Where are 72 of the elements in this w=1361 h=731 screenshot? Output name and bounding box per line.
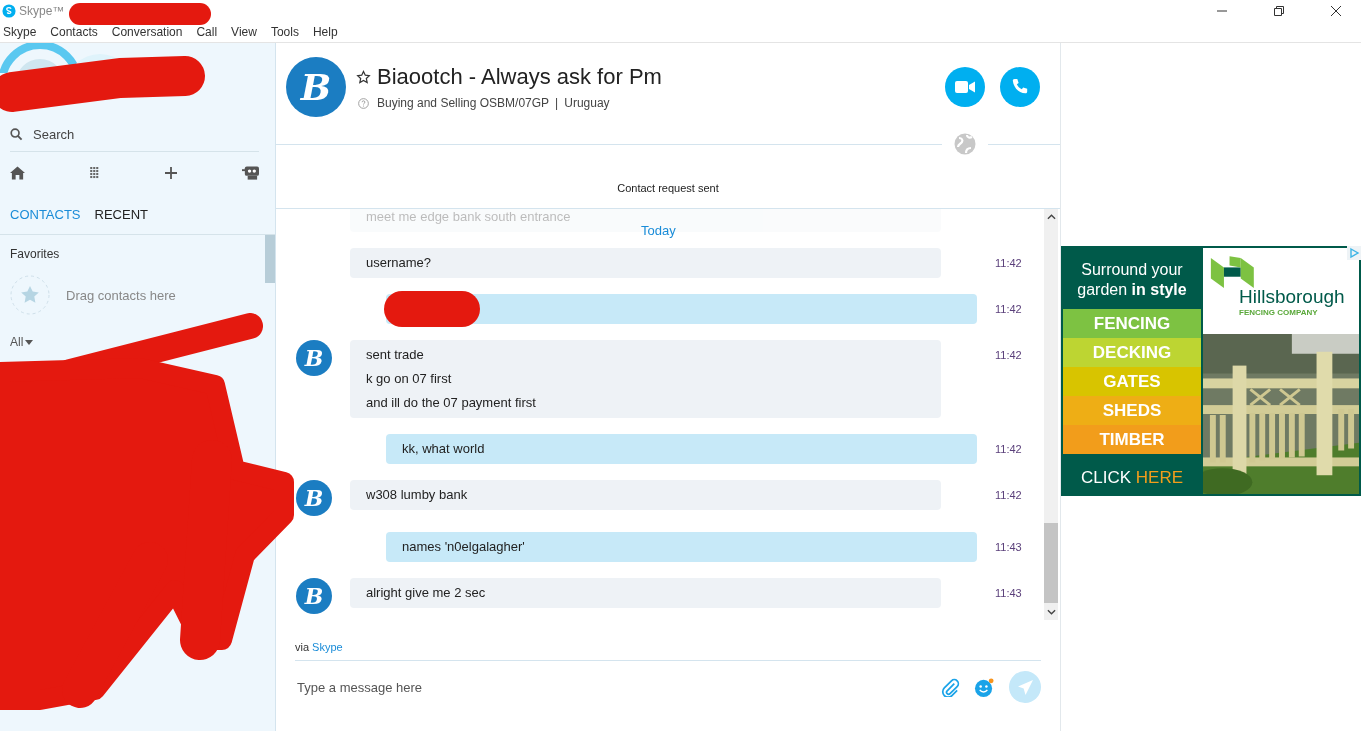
menu-item[interactable]: Tools <box>270 25 299 39</box>
menu-item[interactable]: Help <box>312 25 338 39</box>
contact-avatar[interactable]: B <box>296 480 332 516</box>
advertisement[interactable]: Surround your garden in style FENCING DECKING GATES SHEDS TIMBER CLICK HERE Hillsborough FENCING COMPANY <box>1061 246 1361 496</box>
add-icon[interactable] <box>164 167 177 179</box>
smiley-icon[interactable] <box>974 676 995 698</box>
window-title: Skype™ <box>19 4 65 18</box>
filter-dropdown[interactable]: All <box>10 335 34 349</box>
sidebar-tab[interactable]: RECENT <box>94 206 148 222</box>
menu-item[interactable]: Conversation <box>111 25 183 39</box>
via-label: via <box>295 641 310 653</box>
contact-avatar[interactable]: B <box>286 57 346 117</box>
paperclip-icon[interactable] <box>941 677 960 697</box>
ad-category: TIMBER <box>1063 425 1201 454</box>
section-heading: Favorites <box>10 247 61 261</box>
menu-item[interactable]: View <box>231 25 257 39</box>
search-icon <box>10 128 23 141</box>
scrollbar-thumb[interactable] <box>265 235 275 283</box>
star-placeholder-icon <box>10 275 50 315</box>
ad-category: FENCING <box>1063 309 1201 338</box>
message-text: kk, what world <box>402 440 486 458</box>
scroll-down-icon[interactable] <box>1046 609 1056 615</box>
ad-call-to-action[interactable]: CLICK HERE <box>1063 468 1201 488</box>
dialpad-icon[interactable] <box>90 167 100 179</box>
help-icon <box>358 97 369 109</box>
restore-icon[interactable] <box>1274 6 1284 16</box>
message-text: sent trade <box>366 346 425 364</box>
message-text: alright give me 2 sec <box>366 584 487 602</box>
message-time: 11:43 <box>995 586 1022 601</box>
message-time: 11:42 <box>995 348 1022 363</box>
globe-icon <box>954 133 976 155</box>
date-separator: Today <box>641 223 676 238</box>
contact-card-icon[interactable] <box>242 166 259 180</box>
contact-name: Biaootch - Always ask for Pm <box>377 64 662 90</box>
ad-category: GATES <box>1063 367 1201 396</box>
message-text: names 'n0elgalagher' <box>402 538 526 556</box>
search-field[interactable]: Search <box>33 127 233 142</box>
message-text: meet me edge bank south entrance <box>366 209 572 226</box>
phone-icon <box>1011 78 1029 96</box>
star-icon[interactable] <box>356 69 371 85</box>
scroll-up-icon[interactable] <box>1046 214 1056 220</box>
contact-avatar[interactable]: B <box>296 578 332 614</box>
skype-link[interactable]: Skype <box>312 641 343 653</box>
message-time: 11:42 <box>995 302 1022 317</box>
contact-avatar[interactable]: B <box>296 340 332 376</box>
video-camera-icon <box>955 81 975 93</box>
message-time: 11:42 <box>995 256 1022 271</box>
home-icon[interactable] <box>10 166 25 180</box>
message-text: and ill do the 07 payment first <box>366 394 537 412</box>
send-icon <box>1017 679 1033 695</box>
message-text: w308 lumby bank <box>366 486 469 504</box>
ad-category: SHEDS <box>1063 396 1201 425</box>
ad-category: DECKING <box>1063 338 1201 367</box>
mood-message: Buying and Selling OSBM/07GP <box>377 96 550 110</box>
message-text: username? <box>366 254 433 272</box>
scrollbar-thumb[interactable] <box>1044 523 1058 603</box>
menu-item[interactable]: Call <box>196 25 218 39</box>
caret-icon <box>25 339 34 345</box>
menu-item[interactable]: Contacts <box>50 25 98 39</box>
message-text: k go on 07 first <box>366 370 453 388</box>
notice-text: Contact request sent <box>617 181 719 194</box>
location: Uruguay <box>564 96 610 110</box>
close-icon[interactable] <box>1331 6 1341 16</box>
menu-item[interactable]: Skype <box>3 25 37 39</box>
brand-name: Hillsborough <box>1239 286 1345 308</box>
ad-headline: Surround your garden in style <box>1076 260 1188 300</box>
message-time: 11:43 <box>995 540 1022 555</box>
message-time: 11:42 <box>995 488 1022 503</box>
message-time: 11:42 <box>995 442 1022 457</box>
brand-tagline: FENCING COMPANY <box>1239 308 1318 317</box>
separator: | <box>555 96 559 110</box>
drop-hint: Drag contacts here <box>66 287 176 303</box>
